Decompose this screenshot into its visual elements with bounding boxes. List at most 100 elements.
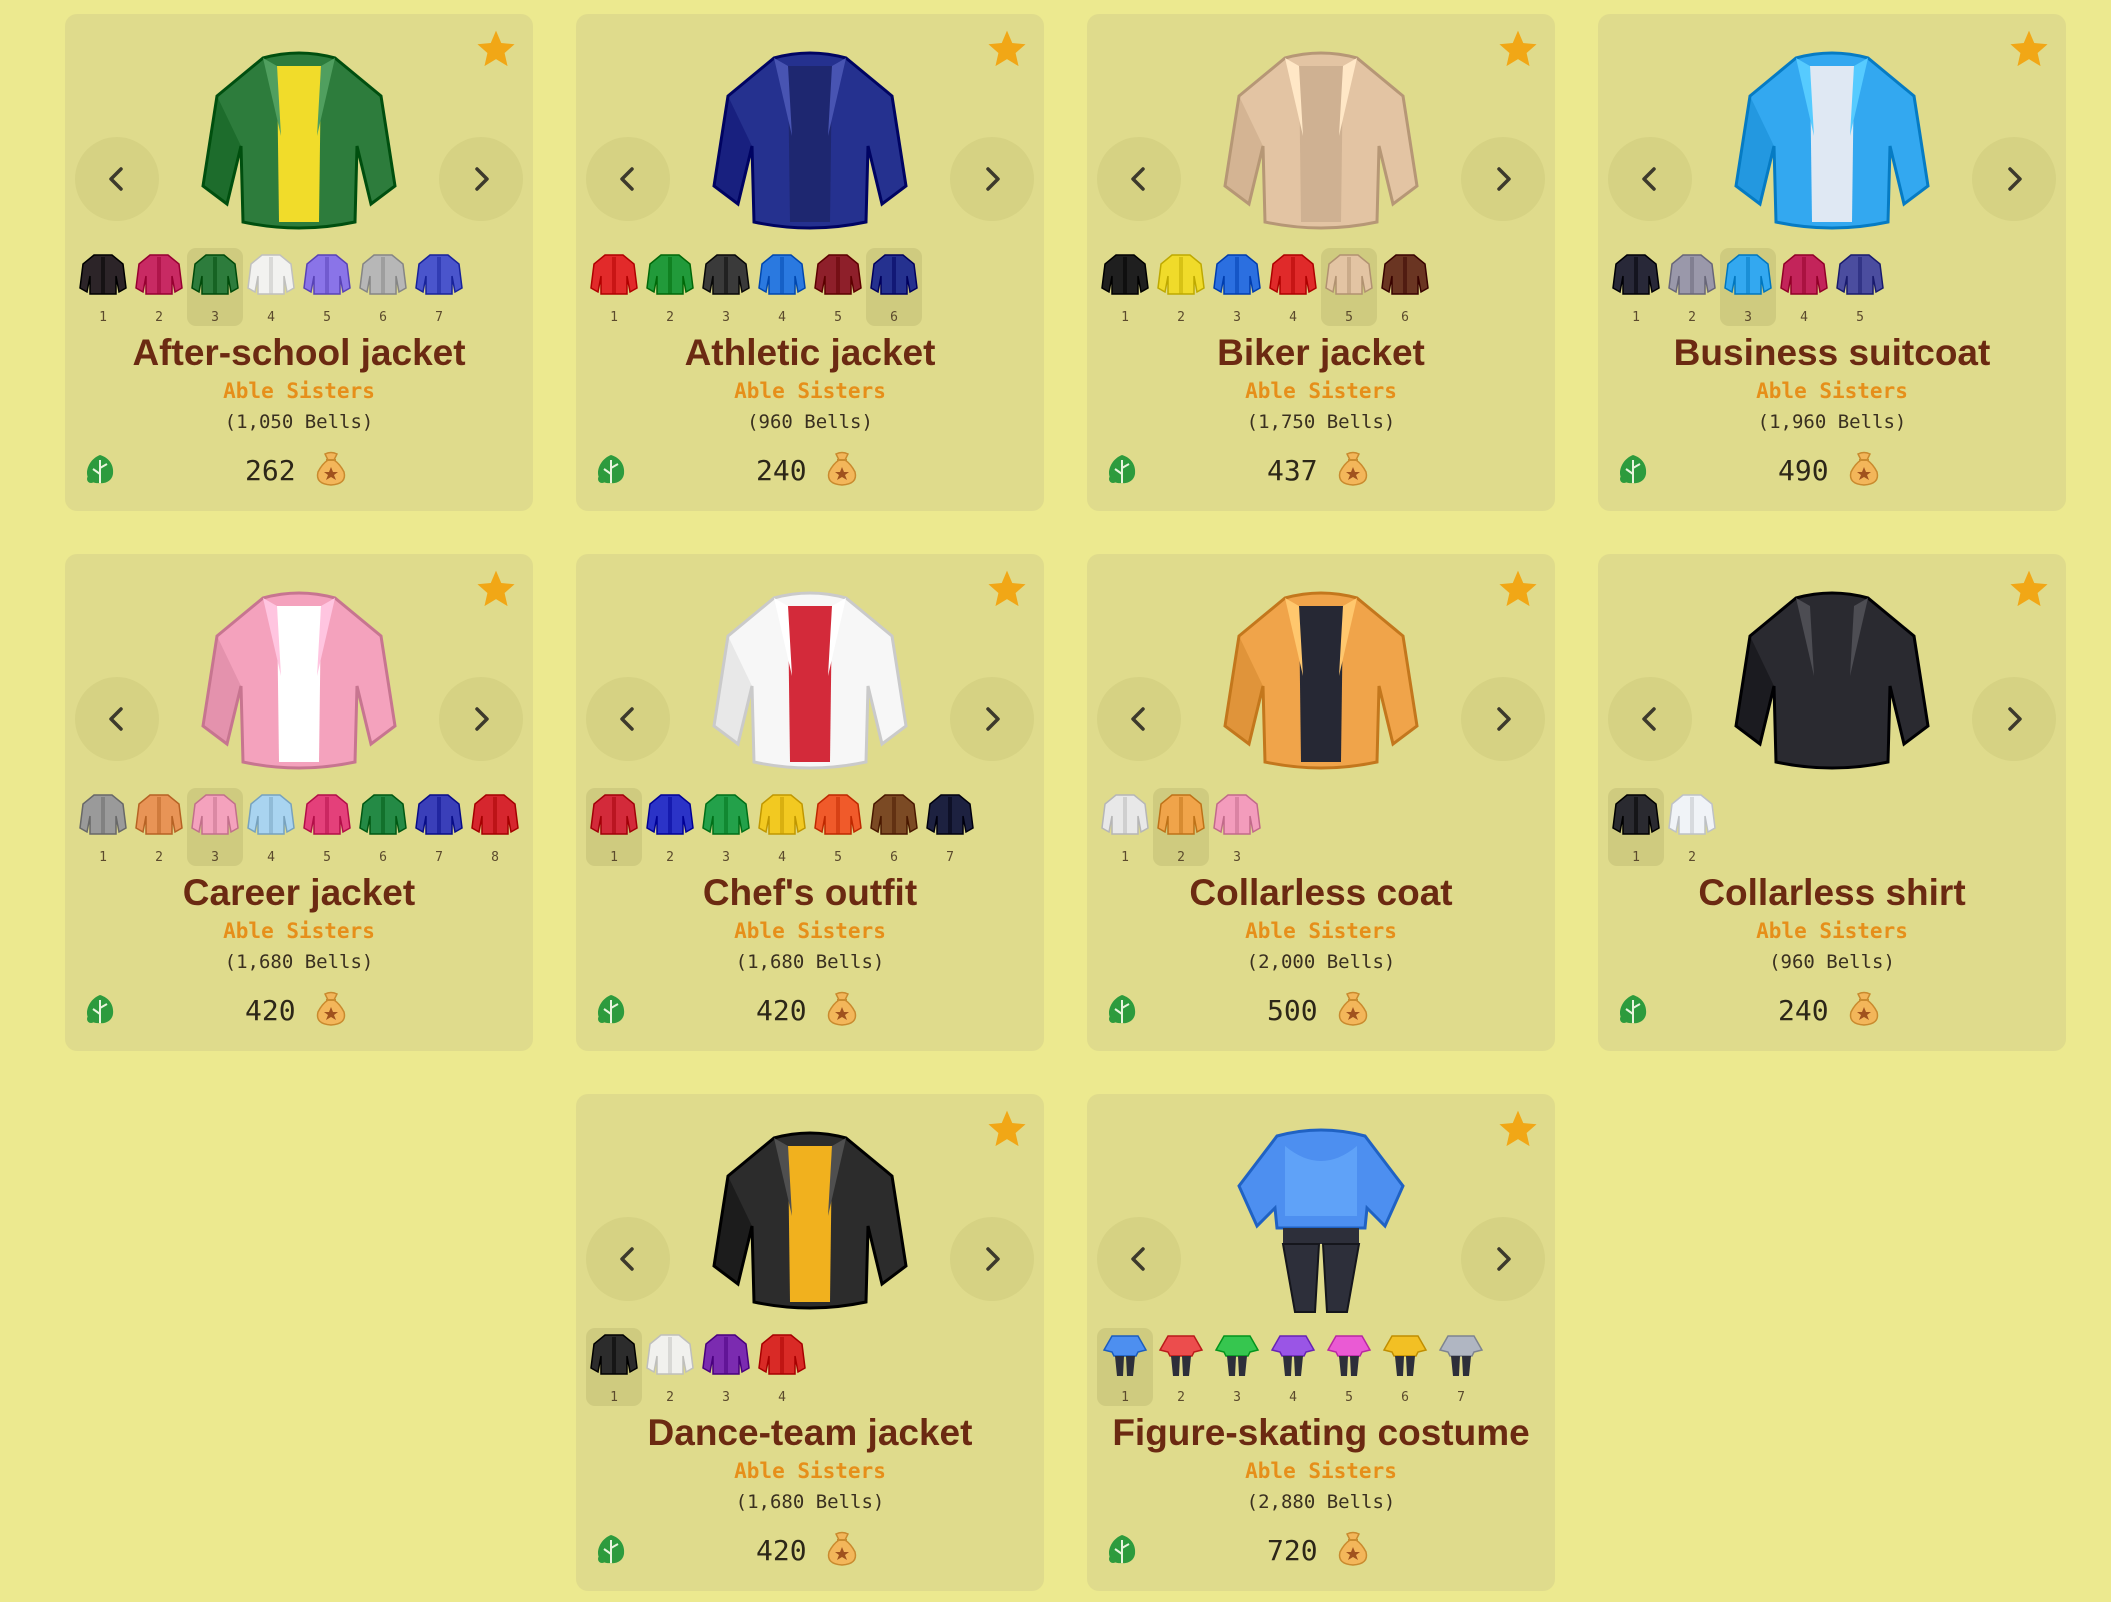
sell-price-value: 240 [756, 454, 807, 487]
variant-swatch[interactable]: 6 [355, 248, 411, 326]
item-card[interactable]: 1 2 3 4 5 6 Athletic jacket Able Sisters… [576, 14, 1044, 511]
variant-swatch[interactable]: 1 [75, 248, 131, 326]
next-variant-button[interactable] [950, 677, 1034, 761]
variant-swatch[interactable]: 3 [698, 1328, 754, 1406]
variant-swatch[interactable]: 3 [698, 248, 754, 326]
star-icon[interactable] [475, 568, 517, 610]
previous-variant-button[interactable] [75, 677, 159, 761]
variant-swatch[interactable]: 5 [810, 248, 866, 326]
variant-swatch[interactable]: 4 [1265, 1328, 1321, 1406]
previous-variant-button[interactable] [1608, 137, 1692, 221]
variant-swatch[interactable]: 4 [243, 788, 299, 866]
previous-variant-button[interactable] [1097, 1217, 1181, 1301]
variant-swatch[interactable]: 4 [754, 1328, 810, 1406]
next-variant-button[interactable] [1461, 1217, 1545, 1301]
variant-swatch[interactable]: 7 [411, 248, 467, 326]
variant-swatch[interactable]: 6 [866, 248, 922, 326]
star-icon[interactable] [1497, 568, 1539, 610]
variant-swatch[interactable]: 7 [922, 788, 978, 866]
variant-swatch[interactable]: 2 [1664, 788, 1720, 866]
star-icon[interactable] [475, 28, 517, 70]
variant-swatch[interactable]: 7 [411, 788, 467, 866]
variant-swatch[interactable]: 5 [1321, 248, 1377, 326]
item-card[interactable]: 1 2 3 4 5 6 7 Figure-skating costume Abl… [1087, 1094, 1555, 1591]
item-card[interactable]: 1 2 3 4 5 6 7 8 Career jacket Able Siste… [65, 554, 533, 1051]
variant-swatch[interactable]: 2 [642, 788, 698, 866]
previous-variant-button[interactable] [1608, 677, 1692, 761]
item-card[interactable]: 1 2 3 4 5 6 7 After-school jacket Able S… [65, 14, 533, 511]
variant-swatch[interactable]: 3 [1720, 248, 1776, 326]
star-icon[interactable] [986, 1108, 1028, 1150]
variant-swatch[interactable]: 2 [1153, 248, 1209, 326]
previous-variant-button[interactable] [586, 677, 670, 761]
previous-variant-button[interactable] [1097, 137, 1181, 221]
star-icon[interactable] [986, 568, 1028, 610]
variant-swatch[interactable]: 5 [1321, 1328, 1377, 1406]
star-icon[interactable] [1497, 28, 1539, 70]
variant-swatch[interactable]: 3 [1209, 248, 1265, 326]
variant-swatch[interactable]: 2 [642, 1328, 698, 1406]
item-card[interactable]: 1 2 3 Collarless coat Able Sisters (2,00… [1087, 554, 1555, 1051]
variant-swatch[interactable]: 4 [754, 788, 810, 866]
star-icon[interactable] [1497, 1108, 1539, 1150]
previous-variant-button[interactable] [1097, 677, 1181, 761]
variant-swatch[interactable]: 6 [1377, 248, 1433, 326]
variant-swatch[interactable]: 1 [1097, 788, 1153, 866]
star-icon[interactable] [2008, 568, 2050, 610]
next-variant-button[interactable] [1461, 137, 1545, 221]
variant-swatch[interactable]: 1 [1097, 1328, 1153, 1406]
variant-swatch[interactable]: 1 [75, 788, 131, 866]
variant-swatch[interactable]: 2 [1153, 788, 1209, 866]
variant-swatch[interactable]: 1 [1097, 248, 1153, 326]
previous-variant-button[interactable] [75, 137, 159, 221]
item-card[interactable]: 1 2 3 4 5 6 7 Chef's outfit Able Sisters… [576, 554, 1044, 1051]
next-variant-button[interactable] [950, 137, 1034, 221]
variant-swatch[interactable]: 2 [131, 248, 187, 326]
item-name: Athletic jacket [684, 332, 936, 373]
previous-variant-button[interactable] [586, 137, 670, 221]
item-card[interactable]: 1 2 3 4 5 Business suitcoat Able Sisters… [1598, 14, 2066, 511]
variant-swatch[interactable]: 4 [754, 248, 810, 326]
next-variant-button[interactable] [950, 1217, 1034, 1301]
variant-swatch[interactable]: 2 [131, 788, 187, 866]
variant-swatch[interactable]: 3 [1209, 1328, 1265, 1406]
variant-swatch[interactable]: 7 [1433, 1328, 1489, 1406]
next-variant-button[interactable] [1972, 677, 2056, 761]
variant-swatch[interactable]: 5 [299, 248, 355, 326]
variant-swatch[interactable]: 3 [698, 788, 754, 866]
variant-swatch[interactable]: 2 [642, 248, 698, 326]
variant-swatch[interactable]: 1 [1608, 788, 1664, 866]
variant-swatch[interactable]: 1 [1608, 248, 1664, 326]
variant-swatch[interactable]: 3 [187, 788, 243, 866]
previous-variant-button[interactable] [586, 1217, 670, 1301]
bell-bag-icon [824, 1530, 860, 1568]
item-card[interactable]: 1 2 3 4 5 6 Biker jacket Able Sisters (1… [1087, 14, 1555, 511]
next-variant-button[interactable] [1461, 677, 1545, 761]
variant-swatch[interactable]: 6 [866, 788, 922, 866]
variant-swatch[interactable]: 2 [1664, 248, 1720, 326]
variant-swatch[interactable]: 8 [467, 788, 523, 866]
variant-swatch[interactable]: 6 [1377, 1328, 1433, 1406]
variant-swatch[interactable]: 1 [586, 788, 642, 866]
star-icon[interactable] [986, 28, 1028, 70]
next-variant-button[interactable] [439, 677, 523, 761]
variant-swatch[interactable]: 6 [355, 788, 411, 866]
variant-swatch[interactable]: 4 [243, 248, 299, 326]
variant-swatch[interactable]: 5 [1832, 248, 1888, 326]
variant-swatch[interactable]: 4 [1776, 248, 1832, 326]
item-card[interactable]: 1 2 Collarless shirt Able Sisters (960 B… [1598, 554, 2066, 1051]
next-variant-button[interactable] [1972, 137, 2056, 221]
variant-swatch[interactable]: 5 [299, 788, 355, 866]
variant-swatch[interactable]: 5 [810, 788, 866, 866]
variant-number: 6 [1401, 310, 1409, 325]
variant-swatch[interactable]: 1 [586, 248, 642, 326]
variant-swatch[interactable]: 1 [586, 1328, 642, 1406]
item-card[interactable]: 1 2 3 4 Dance-team jacket Able Sisters (… [576, 1094, 1044, 1591]
star-icon[interactable] [2008, 28, 2050, 70]
variant-swatch[interactable]: 4 [1265, 248, 1321, 326]
variant-swatch[interactable]: 3 [1209, 788, 1265, 866]
variant-swatch[interactable]: 3 [187, 248, 243, 326]
variant-number: 1 [99, 310, 107, 325]
next-variant-button[interactable] [439, 137, 523, 221]
variant-swatch[interactable]: 2 [1153, 1328, 1209, 1406]
